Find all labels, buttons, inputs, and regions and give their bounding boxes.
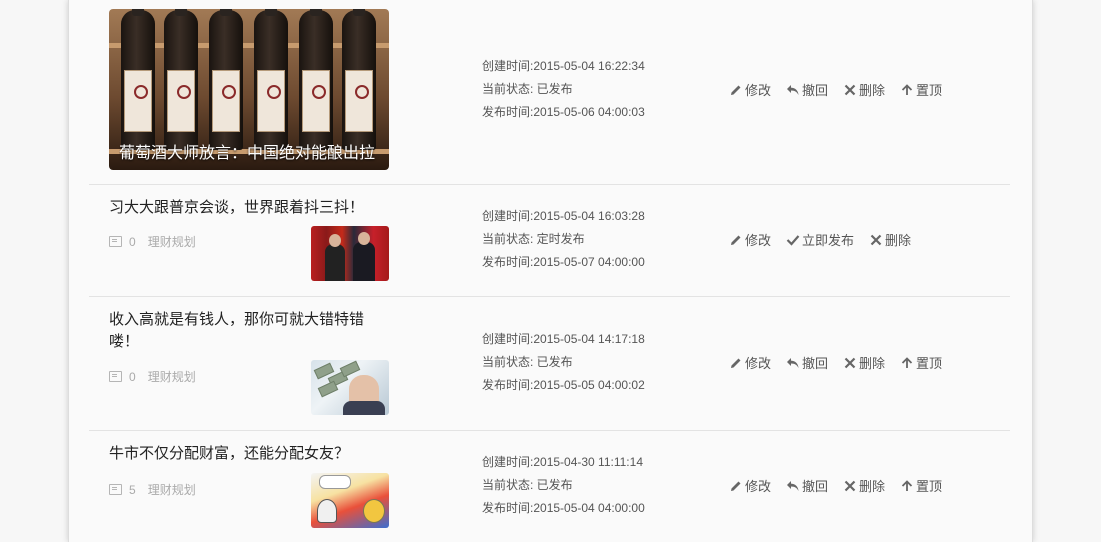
arrow-up-icon — [901, 83, 913, 95]
article-row: 收入高就是有钱人，那你可就大错特错喽！ 0 理财规划 创建时间:2015-05-… — [89, 297, 1010, 431]
comment-count: 0 — [129, 234, 136, 249]
undo-icon — [787, 84, 799, 95]
withdraw-button[interactable]: 撤回 — [786, 353, 828, 372]
article-meta: 0 理财规划 — [109, 368, 196, 385]
published-time: 2015-05-05 04:00:02 — [533, 378, 645, 392]
status-value: 已发布 — [536, 478, 573, 492]
created-time: 2015-05-04 16:03:28 — [533, 209, 645, 223]
status-value: 定时发布 — [536, 232, 585, 246]
article-info: 创建时间:2015-04-30 11:11:14 当前状态: 已发布 发布时间:… — [482, 455, 645, 515]
cover-image[interactable]: 葡萄酒大师放言：中国绝对能酿出拉 — [109, 9, 389, 170]
article-thumbnail[interactable] — [311, 473, 389, 528]
pencil-icon — [731, 85, 741, 95]
published-time: 2015-05-04 04:00:00 — [533, 501, 645, 515]
category-label: 理财规划 — [147, 483, 196, 497]
published-time: 2015-05-07 04:00:00 — [533, 255, 645, 269]
article-meta: 5 理财规划 — [109, 481, 196, 498]
row-actions: 修改 撤回 删除 置顶 — [729, 80, 957, 99]
pencil-icon — [731, 481, 741, 491]
created-time: 2015-05-04 16:22:34 — [533, 59, 645, 73]
article-info: 创建时间:2015-05-04 16:22:34 当前状态: 已发布 发布时间:… — [482, 55, 645, 124]
edit-button[interactable]: 修改 — [729, 476, 771, 495]
comment-count: 0 — [129, 369, 136, 384]
comment-count: 5 — [129, 482, 136, 497]
check-icon — [786, 234, 800, 246]
delete-button[interactable]: 删除 — [843, 353, 885, 372]
article-info: 创建时间:2015-05-04 16:03:28 当前状态: 定时发布 发布时间… — [482, 209, 645, 269]
publish-now-button[interactable]: 立即发布 — [786, 230, 854, 249]
comment-icon — [109, 484, 122, 495]
edit-button[interactable]: 修改 — [729, 80, 771, 99]
row-actions: 修改 立即发布 删除 — [729, 230, 926, 249]
pin-top-button[interactable]: 置顶 — [900, 80, 942, 99]
row-actions: 修改 撤回 删除 置顶 — [729, 476, 957, 495]
close-icon — [844, 357, 856, 368]
created-label: 创建时间: — [482, 59, 534, 73]
status-value: 已发布 — [536, 82, 573, 96]
category-label: 理财规划 — [147, 370, 196, 384]
content-panel: 葡萄酒大师放言：中国绝对能酿出拉 创建时间:2015-05-04 16:22:3… — [68, 0, 1033, 542]
article-thumbnail[interactable] — [311, 226, 389, 281]
pin-top-button[interactable]: 置顶 — [900, 476, 942, 495]
edit-button[interactable]: 修改 — [729, 230, 771, 249]
article-row: 习大大跟普京会谈，世界跟着抖三抖！ 0 理财规划 创建时间:2015-05-04… — [89, 185, 1010, 297]
arrow-up-icon — [901, 356, 913, 368]
created-time: 2015-04-30 11:11:14 — [533, 455, 643, 469]
status-label: 当前状态: — [482, 82, 537, 96]
pin-top-button[interactable]: 置顶 — [900, 353, 942, 372]
article-title[interactable]: 牛市不仅分配财富，还能分配女友？ — [109, 443, 389, 465]
row-actions: 修改 撤回 删除 置顶 — [729, 353, 957, 372]
delete-button[interactable]: 删除 — [843, 476, 885, 495]
close-icon — [870, 234, 882, 245]
comment-icon — [109, 371, 122, 382]
article-meta: 0 理财规划 — [109, 233, 196, 250]
article-title[interactable]: 习大大跟普京会谈，世界跟着抖三抖！ — [109, 197, 389, 219]
published-label: 发布时间: — [482, 105, 534, 119]
article-title[interactable]: 收入高就是有钱人，那你可就大错特错喽！ — [109, 309, 389, 353]
created-time: 2015-05-04 14:17:18 — [533, 332, 645, 346]
article-info: 创建时间:2015-05-04 14:17:18 当前状态: 已发布 发布时间:… — [482, 332, 645, 392]
pencil-icon — [731, 235, 741, 245]
pencil-icon — [731, 358, 741, 368]
article-thumbnail[interactable] — [311, 360, 389, 415]
arrow-up-icon — [901, 479, 913, 491]
article-row: 牛市不仅分配财富，还能分配女友？ 5 理财规划 创建时间:2015-04-30 … — [89, 431, 1010, 542]
cover-title[interactable]: 葡萄酒大师放言：中国绝对能酿出拉 — [119, 144, 383, 164]
withdraw-button[interactable]: 撤回 — [786, 80, 828, 99]
published-time: 2015-05-06 04:00:03 — [533, 105, 645, 119]
delete-button[interactable]: 删除 — [869, 230, 911, 249]
edit-button[interactable]: 修改 — [729, 353, 771, 372]
undo-icon — [787, 357, 799, 368]
withdraw-button[interactable]: 撤回 — [786, 476, 828, 495]
close-icon — [844, 480, 856, 491]
close-icon — [844, 84, 856, 95]
status-value: 已发布 — [536, 355, 573, 369]
article-row: 葡萄酒大师放言：中国绝对能酿出拉 创建时间:2015-05-04 16:22:3… — [89, 0, 1010, 185]
delete-button[interactable]: 删除 — [843, 80, 885, 99]
comment-icon — [109, 236, 122, 247]
category-label: 理财规划 — [147, 235, 196, 249]
undo-icon — [787, 480, 799, 491]
